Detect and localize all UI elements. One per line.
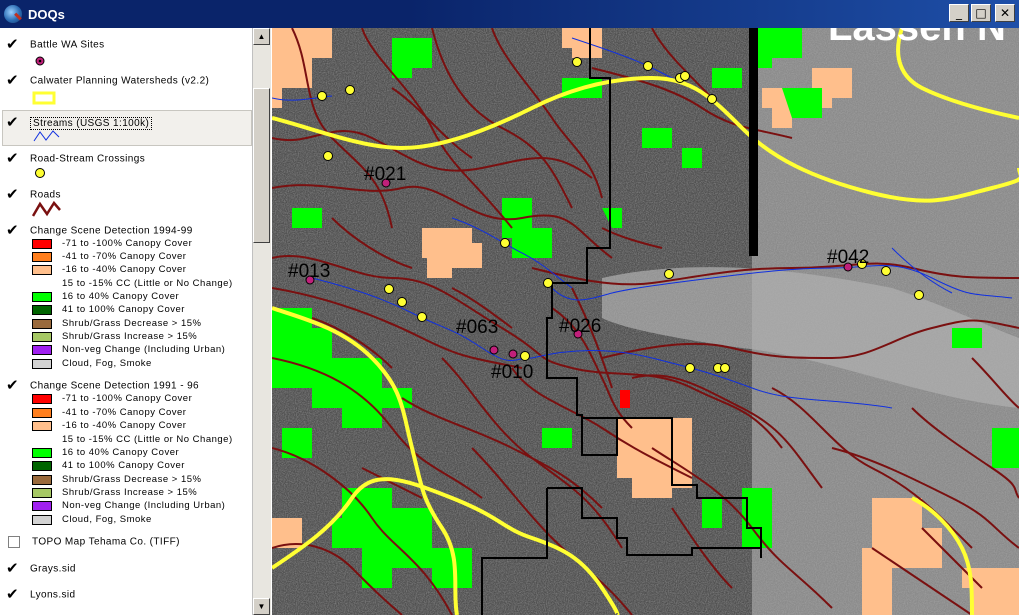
scroll-thumb[interactable] <box>253 88 270 243</box>
doqs-window: DOQs _ □ ✕ Battle WA Sites Calwater Plan… <box>0 0 1019 615</box>
legend-swatch <box>32 500 52 511</box>
crossing-symbol-icon <box>35 168 45 178</box>
legend-swatch <box>32 358 52 369</box>
legend-swatch <box>32 304 52 315</box>
layer-change-detection-1994[interactable]: Change Scene Detection 1994-99 <box>6 221 193 239</box>
legend-item: 15 to -15% CC (Little or No Change) <box>62 434 233 445</box>
layer-change-detection-1991[interactable]: Change Scene Detection 1991 - 96 <box>6 376 199 394</box>
legend-swatch <box>32 514 52 525</box>
legend-item: Non-veg Change (Including Urban) <box>32 344 225 355</box>
legend-swatch <box>32 420 52 431</box>
layer-checkbox-lyons[interactable] <box>6 585 20 603</box>
legend-item: -16 to -40% Canopy Cover <box>32 264 186 275</box>
legend-item: 41 to 100% Canopy Cover <box>32 304 185 315</box>
legend-swatch <box>32 238 52 249</box>
scroll-up-button[interactable]: ▲ <box>253 28 270 45</box>
site-label: #026 <box>559 316 601 337</box>
legend-swatch <box>32 460 52 471</box>
site-label: #042 <box>827 247 869 268</box>
site-marker[interactable] <box>489 345 499 355</box>
map-canvas[interactable]: #021 #013 #063 #026 #010 #042 Lassen N <box>272 28 1019 615</box>
layer-lyons-sid[interactable]: Lyons.sid <box>6 585 75 603</box>
legend-item: -71 to -100% Canopy Cover <box>32 238 192 249</box>
layer-battle-wa-sites[interactable]: Battle WA Sites <box>6 35 105 53</box>
legend-item: -41 to -70% Canopy Cover <box>32 407 186 418</box>
legend-item: 41 to 100% Canopy Cover <box>32 460 185 471</box>
site-marker[interactable] <box>508 349 518 359</box>
legend-item: Cloud, Fog, Smoke <box>32 358 152 369</box>
legend-swatch <box>32 344 52 355</box>
site-label: #063 <box>456 317 498 338</box>
map-view[interactable]: #021 #013 #063 #026 #010 #042 Lassen N <box>272 28 1019 615</box>
layer-checkbox-calwater[interactable] <box>6 71 20 89</box>
legend-item: 16 to 40% Canopy Cover <box>32 447 179 458</box>
table-of-contents: Battle WA Sites Calwater Planning Waters… <box>0 28 273 615</box>
layer-topo-map[interactable]: TOPO Map Tehama Co. (TIFF) <box>6 536 180 548</box>
legend-swatch <box>32 291 52 302</box>
legend-item: Shrub/Grass Increase > 15% <box>32 331 197 342</box>
legend-swatch <box>32 474 52 485</box>
legend-item: Shrub/Grass Decrease > 15% <box>32 474 201 485</box>
black-strip <box>749 28 758 256</box>
legend-swatch <box>32 393 52 404</box>
layer-checkbox-roads[interactable] <box>6 185 20 203</box>
site-label: #010 <box>491 362 533 383</box>
window-title: DOQs <box>28 6 65 22</box>
legend-item: 16 to 40% Canopy Cover <box>32 291 179 302</box>
legend-item: Cloud, Fog, Smoke <box>32 514 152 525</box>
legend-item: Non-veg Change (Including Urban) <box>32 500 225 511</box>
legend-item: -16 to -40% Canopy Cover <box>32 420 186 431</box>
layer-checkbox-grays[interactable] <box>6 559 20 577</box>
site-label: #021 <box>364 164 406 185</box>
layer-grays-sid[interactable]: Grays.sid <box>6 559 76 577</box>
site-symbol-icon <box>35 56 45 66</box>
legend-item: Shrub/Grass Decrease > 15% <box>32 318 201 329</box>
layer-checkbox-streams[interactable] <box>6 113 20 131</box>
watershed-symbol-icon <box>32 91 56 105</box>
legend-item: Shrub/Grass Increase > 15% <box>32 487 197 498</box>
severe-loss-patch <box>620 390 630 408</box>
layer-checkbox-topo[interactable] <box>8 536 20 548</box>
legend-swatch <box>32 251 52 262</box>
legend-swatch <box>32 487 52 498</box>
layer-road-stream-crossings[interactable]: Road-Stream Crossings <box>6 149 145 167</box>
stream-symbol-icon <box>33 130 60 142</box>
map-banner-text: Lassen N <box>828 28 1006 49</box>
layer-checkbox-crossings[interactable] <box>6 149 20 167</box>
legend-swatch <box>32 447 52 458</box>
title-bar[interactable]: DOQs _ □ ✕ <box>0 0 1019 28</box>
legend-item: -71 to -100% Canopy Cover <box>32 393 192 404</box>
globe-icon <box>4 5 22 23</box>
layer-calwater-watersheds[interactable]: Calwater Planning Watersheds (v2.2) <box>6 71 209 89</box>
legend-swatch <box>32 264 52 275</box>
layer-streams[interactable]: Streams (USGS 1:100k) <box>6 113 153 131</box>
maximize-button[interactable]: □ <box>971 4 991 22</box>
legend-swatch <box>32 407 52 418</box>
layer-checkbox-change-1994[interactable] <box>6 221 20 239</box>
legend-item: 15 to -15% CC (Little or No Change) <box>62 278 233 289</box>
legend-swatch <box>32 331 52 342</box>
scroll-down-button[interactable]: ▼ <box>253 598 270 615</box>
close-button[interactable]: ✕ <box>995 4 1015 22</box>
minimize-button[interactable]: _ <box>949 4 969 22</box>
site-label: #013 <box>288 261 330 282</box>
legend-item: -41 to -70% Canopy Cover <box>32 251 186 262</box>
legend-swatch <box>32 318 52 329</box>
toc-scrollbar[interactable]: ▲ ▼ <box>252 28 271 615</box>
layer-checkbox-change-1991[interactable] <box>6 376 20 394</box>
road-symbol-icon <box>32 200 61 217</box>
layer-checkbox-battle-wa-sites[interactable] <box>6 35 20 53</box>
